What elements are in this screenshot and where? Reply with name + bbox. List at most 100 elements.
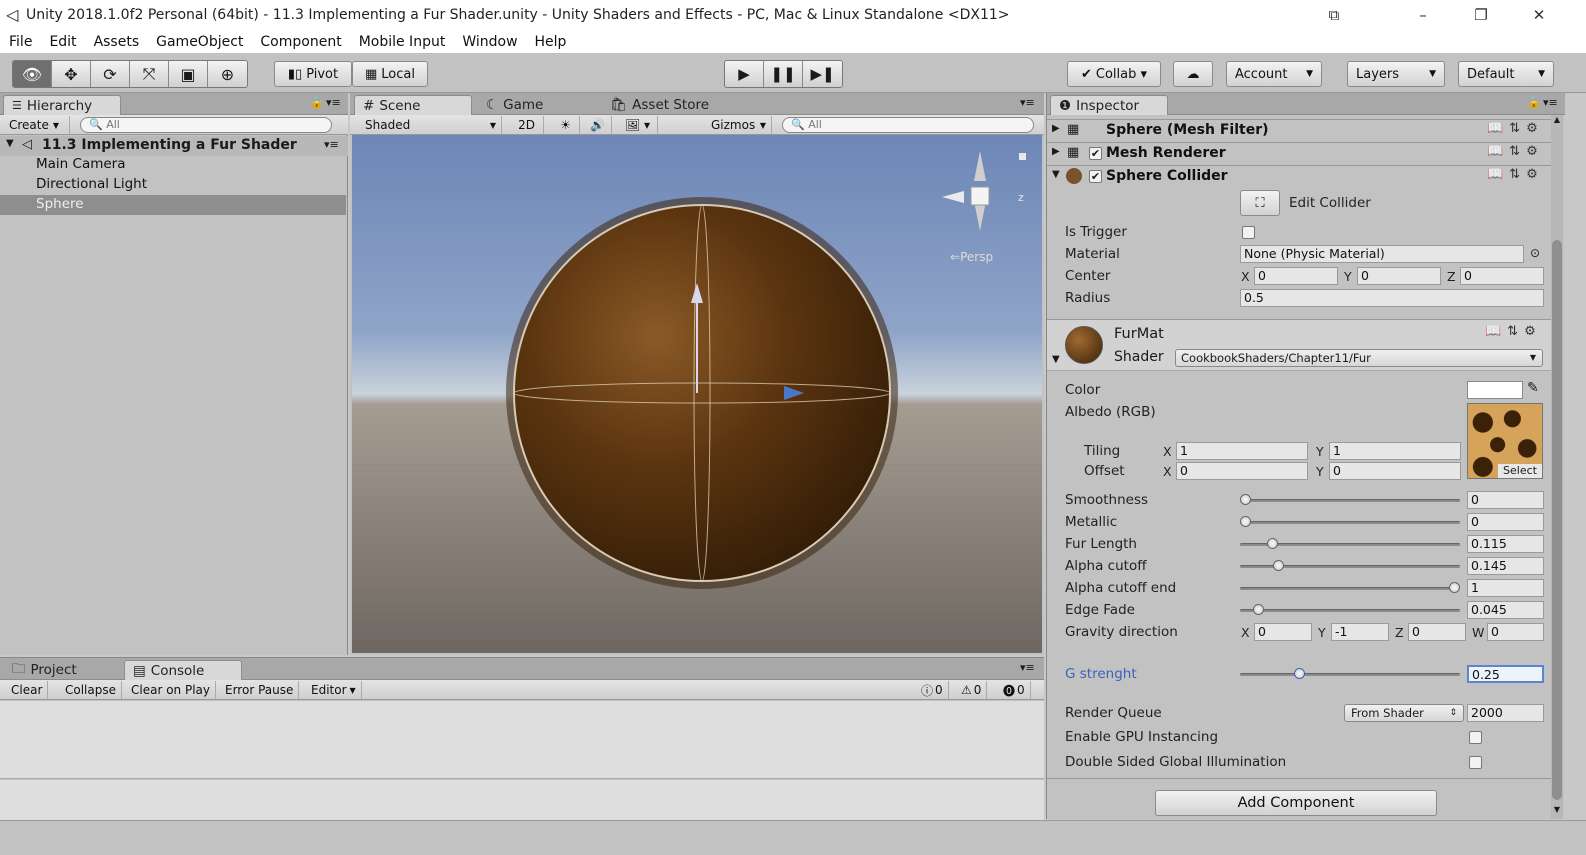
effects-dropdown-icon[interactable]: 🖼 ▾ (618, 116, 658, 134)
component-mesh-renderer[interactable]: ▶ ▦ ✔ Mesh Renderer 📖⇅⚙ (1047, 142, 1551, 164)
scroll-thumb[interactable] (1552, 240, 1562, 800)
collapse-arrow-icon[interactable]: ▼ (1052, 354, 1060, 365)
pivot-button[interactable]: ▮▯ Pivot (274, 61, 352, 87)
material-preview-sphere[interactable] (1065, 326, 1103, 364)
close-button[interactable]: ✕ (1516, 2, 1562, 28)
center-z-field[interactable]: 0 (1460, 267, 1544, 285)
transform-tool-icon[interactable]: ⊕ (208, 61, 247, 87)
slider-value-field[interactable]: 1 (1467, 579, 1544, 597)
hierarchy-item-directional-light[interactable]: Directional Light (36, 176, 147, 192)
log-count-button[interactable]: ⓘ 0 (916, 681, 949, 699)
material-action-icons[interactable]: 📖⇅⚙ (1485, 324, 1542, 339)
menu-gameobject[interactable]: GameObject (156, 34, 243, 50)
object-picker-icon[interactable]: ⊙ (1530, 246, 1540, 260)
persp-label[interactable]: ⇐Persp (950, 250, 993, 264)
slider-value-field[interactable]: 0.045 (1467, 601, 1544, 619)
hierarchy-item-sphere-selected[interactable]: Sphere (0, 195, 346, 215)
tiling-x-field[interactable]: 1 (1176, 442, 1308, 460)
tab-asset-store[interactable]: 🛍 Asset Store (602, 95, 717, 115)
slider-thumb[interactable] (1240, 516, 1251, 527)
expand-arrow-icon[interactable]: ▼ (6, 138, 14, 149)
menu-mobile-input[interactable]: Mobile Input (359, 34, 446, 50)
scene-search-input[interactable]: 🔍 All (782, 117, 1034, 133)
rotate-tool-icon[interactable]: ⟳ (91, 61, 130, 87)
local-button[interactable]: ▦ Local (352, 61, 428, 87)
menu-window[interactable]: Window (462, 34, 517, 50)
slider-track[interactable] (1240, 587, 1460, 590)
menu-help[interactable]: Help (535, 34, 567, 50)
g-strength-slider-track[interactable] (1240, 673, 1460, 676)
mesh-renderer-enabled-checkbox[interactable]: ✔ (1089, 147, 1102, 160)
toggle-2d-button[interactable]: 2D (510, 116, 544, 134)
edit-collider-button[interactable]: ⛶ (1240, 190, 1280, 216)
tab-project[interactable]: 🗀 Project (4, 660, 85, 680)
slider-thumb[interactable] (1252, 604, 1264, 615)
component-action-icons[interactable]: 📖⇅⚙ (1487, 144, 1544, 159)
offset-y-field[interactable]: 0 (1329, 462, 1461, 480)
move-tool-icon[interactable]: ✥ (52, 61, 91, 87)
menu-file[interactable]: File (9, 34, 32, 50)
view-tool-eye-icon[interactable]: 👁 (13, 61, 52, 87)
menu-component[interactable]: Component (260, 34, 341, 50)
lock-icon[interactable]: 🔒 (310, 96, 324, 109)
tab-scene[interactable]: # Scene (354, 95, 472, 115)
play-icon[interactable]: ▶ (725, 61, 764, 87)
minimize-button[interactable]: – (1400, 2, 1446, 28)
clear-on-play-button[interactable]: Clear on Play (126, 681, 216, 699)
slider-track[interactable] (1240, 609, 1460, 612)
physic-material-field[interactable]: None (Physic Material) (1240, 245, 1524, 263)
panel-menu-icon[interactable]: ▾≡ (1020, 96, 1035, 109)
radius-field[interactable]: 0.5 (1240, 289, 1544, 307)
tab-inspector[interactable]: ❶ Inspector (1050, 95, 1168, 115)
tab-hierarchy[interactable]: ☰ Hierarchy (3, 95, 121, 115)
hierarchy-search-input[interactable]: 🔍 All (80, 117, 332, 133)
slider-value-field[interactable]: 0 (1467, 513, 1544, 531)
slider-value-field[interactable]: 0.145 (1467, 557, 1544, 575)
scroll-up-icon[interactable]: ▲ (1551, 115, 1563, 124)
center-x-field[interactable]: 0 (1254, 267, 1338, 285)
layout-dropdown[interactable]: Default ▼ (1458, 61, 1554, 87)
console-log-area[interactable] (0, 701, 1044, 779)
collapse-arrow-icon[interactable]: ▶ (1052, 146, 1060, 157)
collapse-arrow-icon[interactable]: ▶ (1052, 123, 1060, 134)
collapse-button[interactable]: Collapse (60, 681, 122, 699)
component-mesh-filter[interactable]: ▶ ▦ Sphere (Mesh Filter) 📖⇅⚙ (1047, 119, 1551, 141)
gpu-instancing-checkbox[interactable] (1469, 731, 1482, 744)
gravity-x-field[interactable]: 0 (1254, 623, 1312, 641)
collab-button[interactable]: ✔ Collab ▾ (1067, 61, 1161, 87)
slider-track[interactable] (1240, 499, 1460, 502)
tiling-y-field[interactable]: 1 (1329, 442, 1461, 460)
component-action-icons[interactable]: 📖⇅⚙ (1487, 121, 1544, 136)
color-swatch[interactable] (1467, 381, 1523, 399)
double-sided-gi-checkbox[interactable] (1469, 756, 1482, 769)
scroll-down-icon[interactable]: ▼ (1551, 805, 1563, 814)
slider-track[interactable] (1240, 521, 1460, 524)
lock-icon[interactable]: 🔒 (1527, 96, 1541, 109)
render-queue-mode-dropdown[interactable]: From Shader ⇕ (1344, 704, 1464, 722)
slider-thumb[interactable] (1449, 582, 1460, 593)
panel-menu-icon[interactable]: ▾≡ (326, 96, 341, 109)
pause-icon[interactable]: ❚❚ (764, 61, 803, 87)
inspector-scrollbar[interactable]: ▲ ▼ (1551, 115, 1563, 819)
layers-dropdown[interactable]: Layers ▼ (1347, 61, 1445, 87)
maximize-button[interactable]: ❐ (1458, 2, 1504, 28)
center-y-field[interactable]: 0 (1357, 267, 1441, 285)
is-trigger-checkbox[interactable] (1242, 226, 1255, 239)
orientation-gizmo[interactable] (942, 151, 990, 231)
gravity-w-field[interactable]: 0 (1487, 623, 1544, 641)
audio-toggle-icon[interactable]: 🔊 (584, 116, 612, 134)
eyedropper-icon[interactable]: ✎ (1527, 380, 1539, 396)
component-sphere-collider[interactable]: ▼ ✔ Sphere Collider 📖⇅⚙ (1047, 165, 1551, 187)
panel-menu-icon[interactable]: ▾≡ (1020, 661, 1035, 674)
cloud-button[interactable]: ☁ (1173, 61, 1213, 87)
rect-tool-icon[interactable]: ▣ (169, 61, 208, 87)
step-icon[interactable]: ▶❚ (803, 61, 842, 87)
scene-root[interactable]: ▼ ◁ 11.3 Implementing a Fur Shader ▾≡ (0, 136, 348, 156)
scene-menu-icon[interactable]: ▾≡ (324, 138, 339, 151)
gizmo-lock-icon[interactable] (1019, 153, 1026, 160)
slider-value-field[interactable]: 0 (1467, 491, 1544, 509)
select-texture-button[interactable]: Select (1498, 464, 1542, 478)
create-dropdown[interactable]: Create ▼ (4, 116, 70, 134)
menu-edit[interactable]: Edit (49, 34, 76, 50)
expand-arrow-icon[interactable]: ▼ (1052, 169, 1060, 180)
